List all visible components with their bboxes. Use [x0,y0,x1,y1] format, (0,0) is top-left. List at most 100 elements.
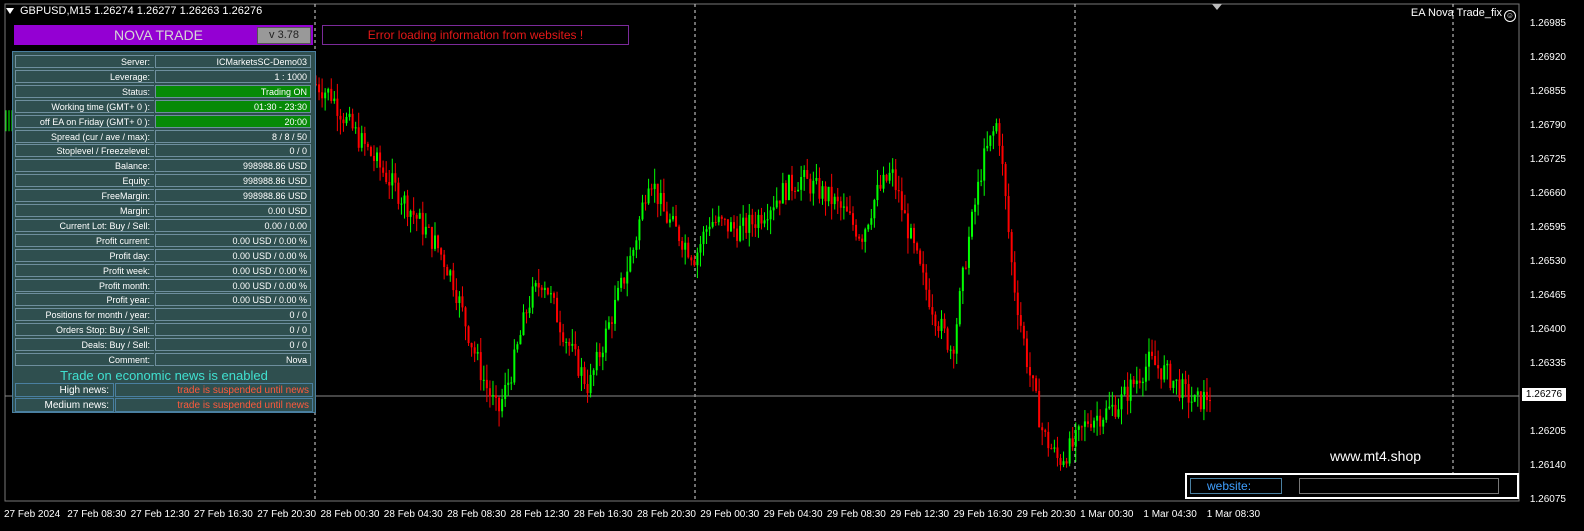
candle-body [952,349,955,354]
price-tick: 1.26400 [1529,324,1566,335]
candle-body [577,349,580,376]
expert-advisor-label[interactable]: EA Nova Trade_fix ☺ [1411,7,1516,22]
candle-body [867,224,870,230]
info-key: Orders Stop: Buy / Sell: [15,323,154,337]
candle-body [333,98,336,102]
smiley-icon: ☺ [1504,10,1516,22]
candle-body [1123,386,1126,395]
candle-body [543,287,546,291]
candle-body [717,216,720,223]
candle-body [781,183,784,204]
candle-body [510,382,513,384]
candle-body [1022,325,1025,339]
version-button[interactable]: v 3.78 [257,27,311,44]
candle-body [501,399,504,412]
candle-body [1190,401,1193,403]
candle-body [1074,429,1077,447]
candle-body [1080,426,1083,428]
candle-body [635,240,638,250]
candle-body [614,299,617,324]
candle-body [1181,379,1184,398]
candle-body [708,226,711,230]
candle-body [809,178,812,194]
time-tick: 27 Feb 2024 [4,509,61,520]
candle-body [824,186,827,202]
candle-body [778,200,781,204]
candle-body [714,222,717,224]
info-row: Profit week: 0.00 USD / 0.00 % [15,263,313,277]
candle-body [696,252,699,266]
info-row: Stoplevel / Freezelevel: 0 / 0 [15,144,313,158]
candle-body [601,352,604,358]
candle-body [1160,368,1163,380]
candle-body [1157,365,1160,369]
candle-body [430,227,433,249]
candle-body [363,133,366,144]
candle-body [1163,365,1166,380]
info-value: 20:00 [155,114,311,128]
candle-body [452,270,455,291]
candle-body [1083,421,1086,427]
candle-body [949,349,952,351]
candle-body [348,113,351,118]
website-input[interactable] [1299,478,1499,494]
candle-body [1086,421,1089,424]
candle-body [943,318,946,329]
info-value: 0 / 0 [155,323,311,337]
session-separators [314,4,1454,501]
candle-body [986,145,989,149]
candle-body [1001,145,1004,165]
price-tick: 1.26595 [1529,222,1566,233]
candle-body [1096,415,1099,421]
candle-body [757,214,760,228]
candle-body [797,189,800,192]
info-key: Stoplevel / Freezelevel: [15,144,154,158]
candle-body [1178,379,1181,398]
candle-body [833,196,836,205]
candle-body [412,210,415,215]
candle-body [754,224,757,228]
candle-body [748,214,751,233]
candle-body [787,174,790,201]
candle-body [1099,415,1102,427]
symbol-quote: GBPUSD,M15 1.26274 1.26277 1.26263 1.262… [20,5,263,17]
candle-body [473,347,476,354]
candle-body [1105,408,1108,420]
candle-body [909,227,912,239]
candle-body [848,211,851,214]
candle-body [653,183,656,190]
candle-body [678,226,681,242]
nova-title-bar: NOVA TRADE v 3.78 [14,25,313,45]
candle-body [998,123,1001,146]
candle-body [571,343,574,346]
candle-body [421,212,424,235]
time-tick: 27 Feb 20:30 [257,509,317,520]
candle-body [745,217,748,233]
candle-body [357,127,360,148]
info-row: Equity: 998988.86 USD [15,174,313,188]
info-value: Nova [155,353,311,366]
candle-body [903,210,906,214]
candle-body [784,183,787,201]
candle-body [668,219,671,223]
info-value: 0 / 0 [155,144,311,158]
candle-body [559,322,562,333]
time-tick: 27 Feb 08:30 [67,509,127,520]
info-row: Comment: Nova [15,353,313,366]
candle-body [391,173,394,186]
candle-body [800,176,803,190]
candle-body [836,196,839,202]
chart-shift-marker[interactable] [1212,4,1222,10]
time-tick: 1 Mar 00:30 [1080,509,1134,520]
candle-body [1032,375,1035,379]
candle-body [876,184,879,201]
info-value: 0.00 USD / 0.00 % [155,263,311,277]
candle-body [1199,391,1202,410]
candle-body [662,192,665,212]
candle-body [531,286,534,308]
candle-body [790,174,793,191]
info-row: Deals: Buy / Sell: 0 / 0 [15,338,313,352]
info-key: Deals: Buy / Sell: [15,338,154,352]
dropdown-triangle-icon[interactable] [6,8,14,15]
watermark: www.mt4.shop [1330,448,1422,464]
